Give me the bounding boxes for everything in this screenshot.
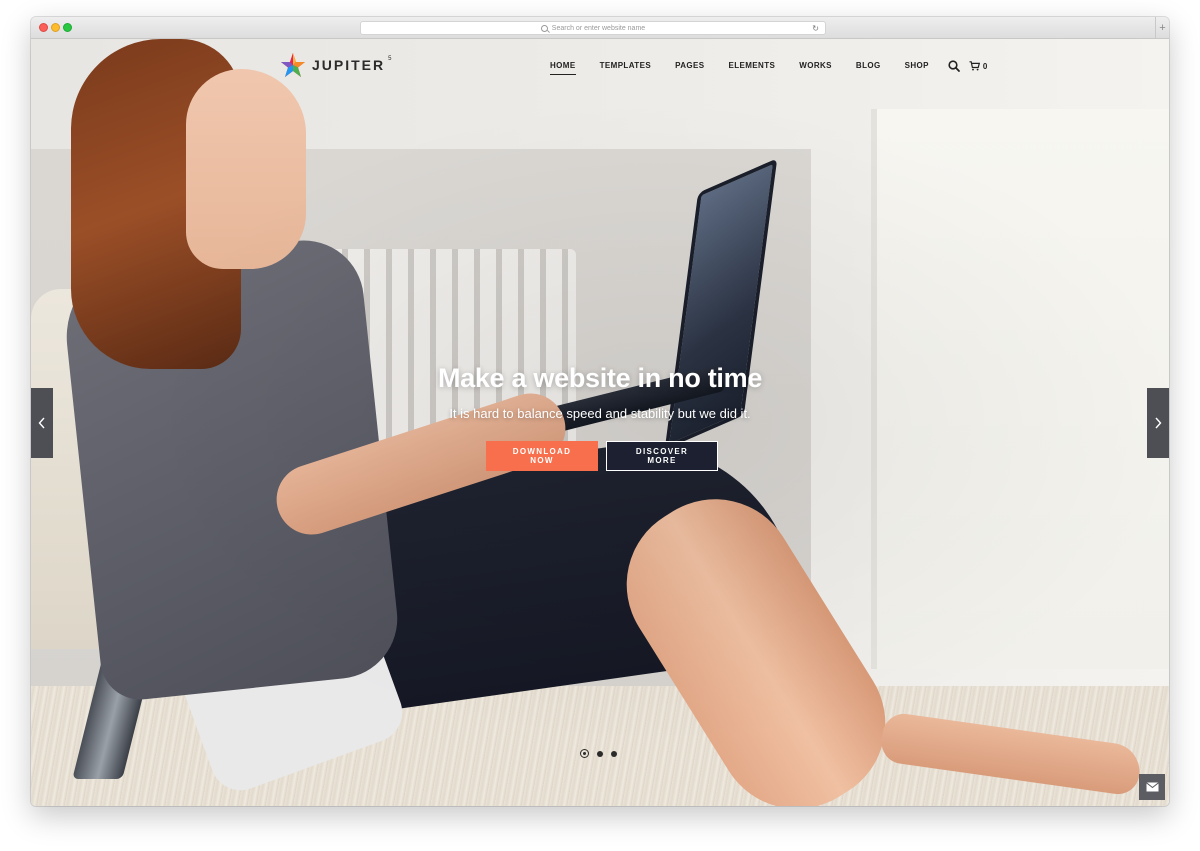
envelope-icon	[1145, 782, 1159, 792]
nav-item-works[interactable]: WORKS	[787, 60, 844, 72]
nav-item-pages[interactable]: PAGES	[663, 60, 716, 72]
download-now-button[interactable]: DOWNLOAD NOW	[486, 441, 598, 471]
nav-item-home[interactable]: HOME	[538, 60, 588, 75]
nav-item-blog[interactable]: BLOG	[844, 60, 893, 72]
new-tab-button[interactable]: +	[1155, 17, 1169, 39]
cart-count: 0	[982, 61, 988, 71]
logo-text: JUPITER	[312, 57, 386, 73]
browser-window: Search or enter website name ↻ + JUPITER…	[31, 17, 1169, 806]
star-logo-icon	[281, 53, 305, 77]
slider-dot-1[interactable]	[580, 749, 589, 758]
zoom-window-button[interactable]	[63, 23, 72, 32]
logo-version: 5	[388, 56, 392, 62]
cart-icon	[969, 61, 980, 71]
search-icon	[540, 24, 548, 32]
close-window-button[interactable]	[39, 23, 48, 32]
hero-subtitle: It is hard to balance speed and stabilit…	[449, 406, 751, 421]
nav-item-elements[interactable]: ELEMENTS	[716, 60, 787, 72]
site-header: JUPITER 5 HOME TEMPLATES PAGES ELEMENTS …	[31, 39, 1169, 89]
discover-more-button[interactable]: DISCOVER MORE	[606, 441, 718, 471]
slider-dot-2[interactable]	[597, 750, 603, 757]
slider-dot-3[interactable]	[611, 750, 617, 757]
reload-icon[interactable]: ↻	[812, 24, 819, 33]
search-icon[interactable]	[947, 59, 961, 73]
hero-buttons: DOWNLOAD NOW DISCOVER MORE	[31, 441, 1169, 471]
hero-title: Make a website in no time	[437, 363, 763, 393]
chevron-left-icon	[38, 417, 45, 429]
nav-item-shop[interactable]: SHOP	[893, 60, 941, 72]
hero-content: Make a website in no time It is hard to …	[31, 363, 1169, 471]
nav-item-templates[interactable]: TEMPLATES	[588, 60, 663, 72]
cart-button[interactable]: 0	[969, 61, 987, 71]
page-viewport: JUPITER 5 HOME TEMPLATES PAGES ELEMENTS …	[31, 39, 1169, 806]
slider-prev-button[interactable]	[31, 388, 53, 458]
main-nav: HOME TEMPLATES PAGES ELEMENTS WORKS BLOG…	[538, 59, 987, 75]
minimize-window-button[interactable]	[51, 23, 60, 32]
slider-next-button[interactable]	[1147, 388, 1169, 458]
address-bar-placeholder: Search or enter website name	[551, 24, 646, 32]
contact-button[interactable]	[1139, 774, 1165, 800]
slider-pagination	[580, 749, 617, 758]
address-bar[interactable]: Search or enter website name ↻	[360, 21, 826, 35]
site-logo[interactable]: JUPITER 5	[280, 52, 391, 78]
chevron-right-icon	[1155, 417, 1162, 429]
browser-titlebar: Search or enter website name ↻ +	[31, 17, 1169, 39]
